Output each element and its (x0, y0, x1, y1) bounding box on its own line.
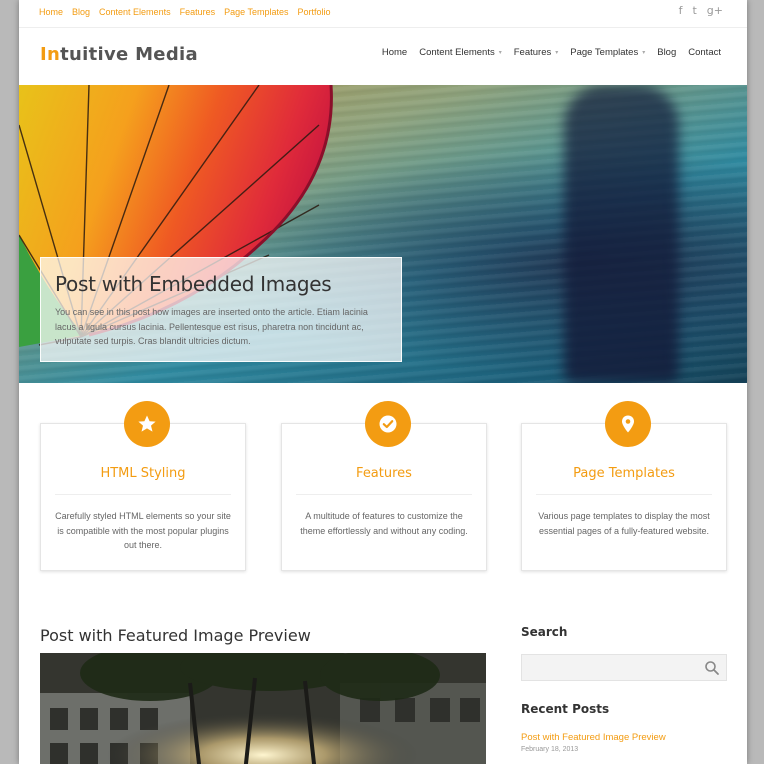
logo-accent: In (40, 44, 61, 65)
top-bar: Home Blog Content Elements Features Page… (19, 0, 747, 27)
chevron-down-icon: ▾ (555, 49, 559, 56)
logo-text: tuitive Media (60, 44, 198, 65)
site-header: Intuitive Media Home Content Elements ▾ F… (19, 27, 747, 85)
top-link-blog[interactable]: Blog (72, 7, 90, 17)
checkmark-icon (379, 415, 397, 433)
search-input[interactable] (528, 660, 698, 676)
nav-item-blog[interactable]: Blog (657, 47, 676, 58)
feature-text: Carefully styled HTML elements so your s… (55, 511, 231, 550)
featured-photo (40, 653, 486, 764)
post-featured-image[interactable] (40, 653, 486, 764)
feature-box-html-styling: HTML Styling Carefully styled HTML eleme… (40, 401, 246, 571)
star-icon (138, 415, 156, 432)
twitter-icon[interactable]: t (692, 4, 696, 17)
page: Home Blog Content Elements Features Page… (19, 0, 747, 764)
feature-box-features: Features A multitude of features to cust… (281, 401, 487, 571)
nav-label: Features (513, 47, 552, 58)
feature-title: HTML Styling (100, 466, 186, 481)
feature-text: A multitude of features to customize the… (300, 511, 468, 536)
site-logo[interactable]: Intuitive Media (40, 44, 198, 65)
recent-post-date: February 18, 2013 (521, 746, 579, 753)
nav-item-features[interactable]: Features ▾ (514, 47, 559, 58)
hero-title[interactable]: Post with Embedded Images (55, 272, 387, 296)
post-title[interactable]: Post with Featured Image Preview (40, 626, 311, 645)
top-link-content-elements[interactable]: Content Elements (99, 7, 171, 17)
chevron-down-icon: ▾ (498, 49, 502, 56)
feature-title: Features (356, 466, 412, 481)
main-nav: Home Content Elements ▾ Features ▾ Page Te… (382, 47, 721, 58)
social-links: f t g+ (679, 4, 723, 17)
search-icon[interactable] (704, 660, 720, 676)
nav-label: Blog (657, 47, 677, 58)
feature-text: Various page templates to display the mo… (538, 511, 710, 536)
divider (296, 494, 472, 495)
search-box (521, 654, 727, 681)
feature-title: Page Templates (573, 466, 675, 481)
nav-label: Content Elements (419, 47, 495, 58)
nav-item-home[interactable]: Home (382, 47, 407, 58)
recent-posts-title: Recent Posts (521, 702, 610, 716)
nav-label: Home (381, 47, 408, 58)
hero-text: You can see in this post how images are … (55, 307, 368, 346)
hero-caption: Post with Embedded Images You can see in… (40, 257, 402, 362)
top-link-page-templates[interactable]: Page Templates (224, 7, 288, 17)
feature-badge (365, 401, 411, 447)
facebook-icon[interactable]: f (679, 4, 683, 17)
chevron-down-icon: ▾ (642, 49, 646, 56)
nav-item-page-templates[interactable]: Page Templates ▾ (570, 47, 645, 58)
feature-badge (124, 401, 170, 447)
top-link-portfolio[interactable]: Portfolio (298, 7, 331, 17)
nav-item-content-elements[interactable]: Content Elements ▾ (419, 47, 502, 58)
search-widget-title: Search (521, 625, 568, 639)
map-pin-icon (622, 415, 634, 433)
nav-label: Contact (688, 47, 721, 58)
feature-badge (605, 401, 651, 447)
top-link-home[interactable]: Home (39, 7, 63, 17)
hero-slider[interactable]: Post with Embedded Images You can see in… (19, 85, 747, 383)
recent-post-link[interactable]: Post with Featured Image Preview (521, 732, 666, 743)
top-links: Home Blog Content Elements Features Page… (39, 7, 331, 17)
hero-shadow (564, 85, 679, 383)
feature-box-page-templates: Page Templates Various page templates to… (521, 401, 727, 571)
divider (536, 494, 712, 495)
google-plus-icon[interactable]: g+ (707, 4, 723, 17)
divider (55, 494, 231, 495)
top-link-features[interactable]: Features (180, 7, 216, 17)
nav-label: Page Templates (570, 47, 639, 58)
nav-item-contact[interactable]: Contact (688, 47, 721, 58)
